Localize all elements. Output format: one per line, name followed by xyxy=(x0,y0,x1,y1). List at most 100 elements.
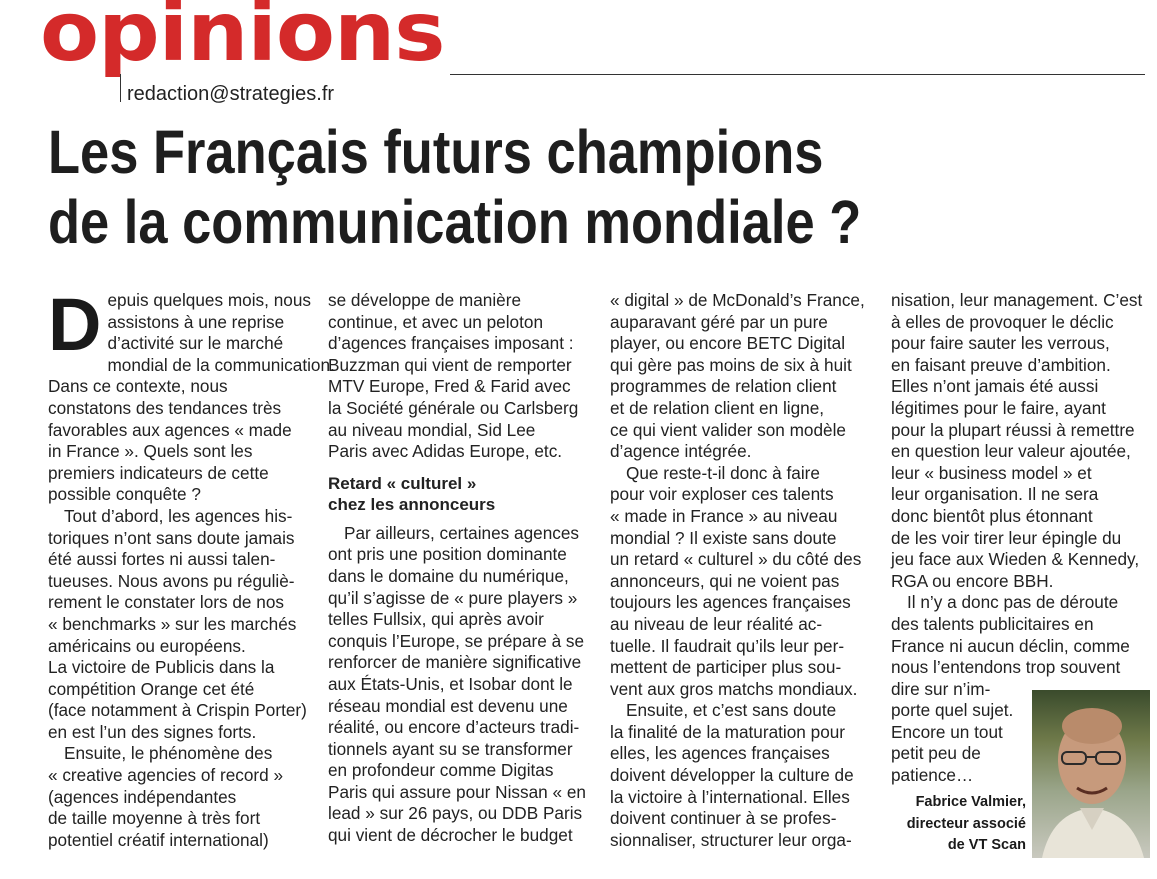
text-line: de taille moyenne à très fort xyxy=(48,808,261,829)
text-line: ce qui vient valider son modèle xyxy=(610,419,846,440)
text-line: la finalité de la maturation pour xyxy=(610,721,846,742)
headline-line: de la communication mondiale ? xyxy=(48,188,862,256)
text-line: donc bientôt plus étonnant xyxy=(891,505,1093,526)
text-line: Paris avec Adidas Europe, etc. xyxy=(328,441,563,462)
text-line: toujours les agences françaises xyxy=(610,592,851,613)
text-line: américains ou européens. xyxy=(48,635,246,656)
subheading-line: chez les annonceurs xyxy=(328,494,496,514)
text-line: RGA ou encore BBH. xyxy=(891,570,1054,591)
text-line: premiers indicateurs de cette xyxy=(48,462,269,483)
text-line: et de relation client en ligne, xyxy=(610,397,825,418)
text-line: MTV Europe, Fred & Farid avec xyxy=(328,376,571,397)
text-line: « made in France » au niveau xyxy=(610,505,838,526)
author-title: directeur associé xyxy=(906,815,1026,832)
headline-line: Les Français futurs champions xyxy=(48,118,824,186)
contact-email: redaction@strategies.fr xyxy=(127,83,335,105)
text-line: rement le constater lors de nos xyxy=(48,592,284,613)
text-line: telles Fullsix, qui après avoir xyxy=(328,609,544,630)
text-line: France ni aucun déclin, comme xyxy=(891,635,1130,656)
text-line: tueuses. Nous avons pu réguliè- xyxy=(48,570,295,591)
text-line: annonceurs, qui ne voient pas xyxy=(610,570,840,591)
text-line: la Société générale ou Carlsberg xyxy=(328,397,579,418)
article-column-2: se développe de manière continue, et avec… xyxy=(328,290,590,847)
text-line: qui gère pas moins de six à huit xyxy=(610,354,852,375)
text-line: mettent de participer plus sou- xyxy=(610,657,842,678)
text-line: légitimes pour le faire, ayant xyxy=(891,397,1106,418)
text-line: au niveau de leur réalité ac- xyxy=(610,613,823,634)
text-line: (face notamment à Crispin Porter) xyxy=(48,700,307,721)
text-line: jeu face aux Wieden & Kennedy, xyxy=(891,549,1140,570)
text-line: lead » sur 26 pays, ou DDB Paris xyxy=(328,803,583,824)
text-line: renforcer de manière significative xyxy=(328,652,582,673)
text-line: Ensuite, et c’est sans doute xyxy=(626,700,837,721)
text-line: constatons des tendances très xyxy=(48,397,282,418)
text-line: Que reste-t-il donc à faire xyxy=(626,462,820,483)
text-line: se développe de manière xyxy=(328,290,522,310)
text-line: en faisant preuve d’ambition. xyxy=(891,354,1111,375)
text-line: en question leur valeur ajoutée, xyxy=(891,441,1131,462)
text-line: qu’il s’agisse de « pure players » xyxy=(328,587,578,608)
drop-cap: D xyxy=(48,283,102,366)
text-line: (agences indépendantes xyxy=(48,786,237,807)
text-line: elles, les agences françaises xyxy=(610,743,830,764)
text-line: Ensuite, le phénomène des xyxy=(64,743,273,764)
text-line: en profondeur comme Digitas xyxy=(328,760,554,781)
text-line: nous l’entendons trop souvent xyxy=(891,657,1121,678)
text-line: des talents publicitaires en xyxy=(891,613,1094,634)
text-line: tionnels ayant su se transformer xyxy=(328,738,573,759)
text-line: doivent développer la culture de xyxy=(610,765,854,786)
author-company: de VT Scan xyxy=(947,837,1026,853)
text-line: qui vient de décrocher le budget xyxy=(328,825,573,846)
text-line: d’agences françaises imposant : xyxy=(328,333,574,354)
text-line: leur organisation. Il ne sera xyxy=(891,484,1099,505)
text-line: programmes de relation client xyxy=(610,376,837,397)
text-line: « benchmarks » sur les marchés xyxy=(48,613,297,634)
text-line: la victoire à l’international. Elles xyxy=(610,786,850,807)
text-line: possible conquête ? xyxy=(48,484,201,505)
text-line: aux États-Unis, et Isobar dont le xyxy=(328,673,573,694)
text-line: Dans ce contexte, nous xyxy=(48,376,228,397)
text-line: un retard « culturel » du côté des xyxy=(610,549,862,570)
text-line: été aussi fortes ni aussi talen- xyxy=(48,549,276,570)
text-line: sionnaliser, structurer leur orga- xyxy=(610,829,852,850)
text-line: en est l’un des signes forts. xyxy=(48,721,257,742)
text-line: vent aux gros matchs mondiaux. xyxy=(610,678,858,699)
text-line: doivent continuer à se profes- xyxy=(610,808,837,829)
text-line: à elles de provoquer le déclic xyxy=(891,311,1114,332)
text-line: compétition Orange cet été xyxy=(48,678,255,699)
text-line: Paris qui assure pour Nissan « en xyxy=(328,781,586,802)
text-line: mondial ? Il existe sans doute xyxy=(610,527,837,548)
text-line: Par ailleurs, certaines agences xyxy=(344,522,580,543)
section-rubric: opinions xyxy=(40,0,445,80)
email-divider xyxy=(120,74,121,102)
text-line: potentiel créatif international) xyxy=(48,829,269,850)
text-line: Tout d’abord, les agences his- xyxy=(64,505,293,526)
header-rule xyxy=(450,74,1145,75)
text-line: conquis l’Europe, se prépare à se xyxy=(328,630,585,651)
article-column-1: D epuis quelques mois, nous assistons à u… xyxy=(48,283,335,851)
text-line: réseau mondial est devenu une xyxy=(328,695,568,716)
text-line: pour voir exploser ces talents xyxy=(610,484,834,505)
text-line: Buzzman qui vient de remporter xyxy=(328,354,572,375)
text-line: continue, et avec un peloton xyxy=(328,311,544,332)
text-line: réalité, ou encore d’acteurs tradi- xyxy=(328,717,580,738)
author-photo xyxy=(1032,690,1150,858)
text-line: in France ». Quels sont les xyxy=(48,441,253,462)
text-line: ont pris une position dominante xyxy=(328,544,567,565)
text-line: favorables aux agences « made xyxy=(48,419,292,440)
text-line: Elles n’ont jamais été aussi xyxy=(891,376,1099,397)
text-line: au niveau mondial, Sid Lee xyxy=(328,419,536,440)
text-line: tuelle. Il faudrait qu’ils leur per- xyxy=(610,635,845,656)
text-line: d’agence intégrée. xyxy=(610,441,752,462)
text-line: toriques n’ont sans doute jamais xyxy=(48,527,295,548)
text-line: dans le domaine du numérique, xyxy=(328,565,569,586)
text-line: leur « business model » et xyxy=(891,462,1092,483)
subheading-line: Retard « culturel » xyxy=(328,473,477,493)
text-line: « creative agencies of record » xyxy=(48,765,284,786)
author-signature: Fabrice Valmier, directeur associé de VT… xyxy=(880,792,1026,857)
text-line: de les voir tirer leur épingle du xyxy=(891,527,1122,548)
text-line: Il n’y a donc pas de déroute xyxy=(907,592,1119,613)
text-line: pour la plupart réussi à remettre xyxy=(891,419,1135,440)
text-line: auparavant géré par un pure xyxy=(610,311,828,332)
text-line: « digital » de McDonald’s France, xyxy=(610,290,865,310)
